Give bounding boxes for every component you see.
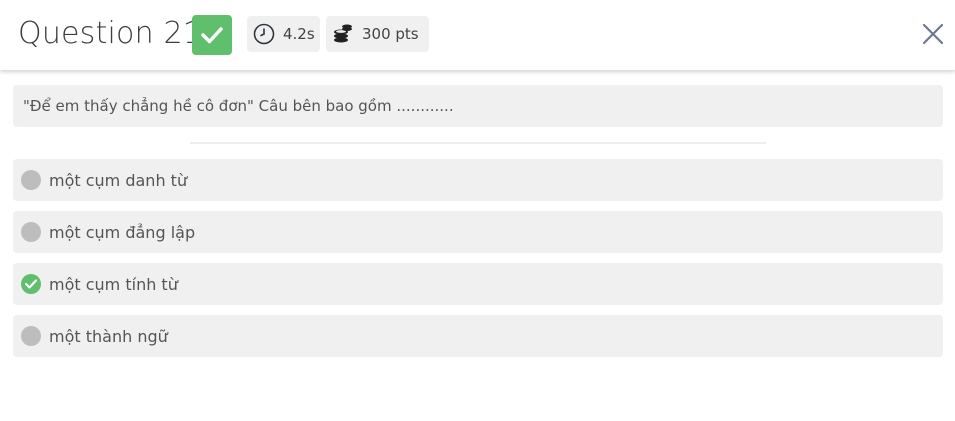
question-title: Question 21 — [18, 16, 203, 51]
answer-label: một cụm danh từ — [49, 170, 188, 190]
answer-option-correct[interactable]: một cụm tính từ — [13, 263, 943, 305]
correct-status-badge — [192, 15, 232, 55]
unselected-dot-icon — [21, 326, 41, 346]
close-icon[interactable] — [921, 23, 945, 50]
answer-label: một thành ngữ — [49, 326, 168, 346]
answer-label: một cụm tính từ — [49, 274, 178, 294]
answer-option[interactable]: một thành ngữ — [13, 315, 943, 357]
correct-check-icon — [21, 274, 41, 294]
points-chip: 300 pts — [326, 16, 429, 52]
question-header: Question 21 4.2s 300 pts — [0, 0, 955, 70]
divider — [190, 142, 766, 144]
answer-option[interactable]: một cụm danh từ — [13, 159, 943, 201]
time-value: 4.2s — [283, 25, 315, 43]
time-chip: 4.2s — [247, 16, 320, 52]
coins-icon — [332, 23, 354, 45]
unselected-dot-icon — [21, 170, 41, 190]
unselected-dot-icon — [21, 222, 41, 242]
answer-option[interactable]: một cụm đẳng lập — [13, 211, 943, 253]
points-value: 300 pts — [362, 25, 419, 43]
question-text: "Để em thấy chẳng hề cô đơn" Câu bên bao… — [13, 85, 943, 127]
question-label: "Để em thấy chẳng hề cô đơn" Câu bên bao… — [23, 97, 454, 115]
answer-label: một cụm đẳng lập — [49, 222, 196, 242]
close-button[interactable] — [921, 22, 945, 46]
clock-icon — [253, 23, 275, 45]
question-modal: Question 21 4.2s 300 pts "Để em thấy chẳ… — [0, 0, 955, 421]
